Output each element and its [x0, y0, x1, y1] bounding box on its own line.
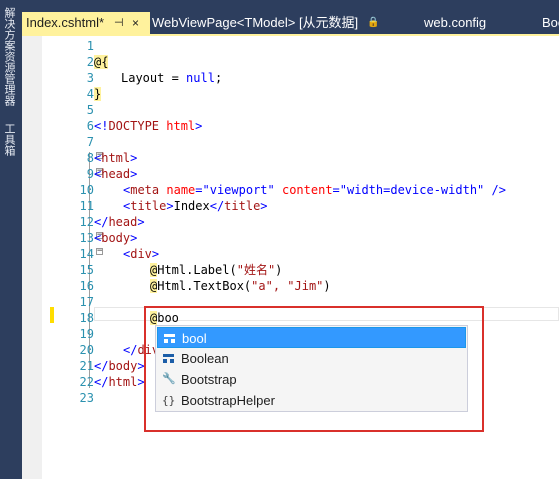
line-number: 13 [79, 231, 94, 245]
solution-explorer-tab[interactable]: 解决方案资源管理器 [0, 6, 18, 106]
tab-web-config[interactable]: web.config [424, 12, 504, 34]
tab-label: WebViewPage<TModel> [从元数据] [152, 15, 359, 30]
code-line-2: @{ [94, 55, 109, 69]
code-line-12: </head> [94, 215, 145, 229]
line-number: 16 [79, 279, 94, 293]
tab-label: web.config [424, 15, 487, 30]
line-number: 20 [79, 343, 94, 357]
line-number: 14 [79, 247, 94, 261]
pin-icon[interactable]: ⊣ [114, 12, 124, 34]
line-number: 11 [79, 199, 94, 213]
code-line-10: <meta name="viewport" content="width=dev… [123, 183, 506, 197]
line-number: 21 [79, 359, 94, 373]
line-number: 12 [79, 215, 94, 229]
line-number: 19 [79, 327, 94, 341]
code-line-6: <!DOCTYPE html> [94, 119, 203, 133]
code-line-3: Layout = null; [121, 71, 223, 85]
completion-item-bootstrap[interactable]: 🔧 Bootstrap [157, 369, 466, 390]
line-number: 4 [86, 87, 94, 101]
line-number: 2 [86, 55, 94, 69]
close-icon[interactable]: × [132, 12, 139, 34]
code-line-4: } [94, 87, 102, 101]
tab-index-cshtml[interactable]: Index.cshtml* ⊣ × [22, 12, 150, 34]
struct-icon [163, 332, 176, 345]
completion-label: Bootstrap [181, 372, 237, 387]
line-number: 10 [79, 183, 94, 197]
struct-icon [162, 352, 175, 365]
tool-window-strip: 解决方案资源管理器 工具箱 [0, 0, 18, 479]
changed-line-marker [50, 307, 54, 323]
code-line-21: </body> [94, 359, 145, 373]
wrench-icon: 🔧 [162, 373, 176, 385]
tab-label: Boo [542, 15, 559, 30]
code-line-8: <html> [94, 151, 138, 165]
line-number: 23 [79, 391, 94, 405]
code-line-9: <head> [94, 167, 138, 181]
code-line-15: @Html.Label("姓名") [150, 263, 283, 277]
code-line-14: <div> [123, 247, 160, 261]
completion-label: Boolean [181, 351, 229, 366]
line-number: 9 [86, 167, 94, 181]
code-line-13: <body> [94, 231, 138, 245]
tab-label: Index.cshtml* [26, 15, 105, 30]
tab-overflow[interactable]: Boo [542, 12, 559, 34]
code-line-11: <title>Index</title> [123, 199, 268, 213]
toolbox-tab[interactable]: 工具箱 [0, 118, 18, 160]
line-number: 22 [79, 375, 94, 389]
completion-item-bool[interactable]: bool [157, 327, 466, 348]
document-tab-bar: Index.cshtml* ⊣ × WebViewPage<TModel> [从… [22, 12, 559, 34]
tab-bar-background [22, 0, 559, 12]
completion-item-boolean[interactable]: Boolean [157, 348, 466, 369]
completion-label: BootstrapHelper [181, 393, 275, 408]
intellisense-completion-list[interactable]: bool Boolean 🔧 Bootstrap {} BootstrapHel… [155, 325, 468, 412]
namespace-icon: {} [162, 394, 176, 407]
code-line-22: </html> [94, 375, 145, 389]
line-number: 6 [86, 119, 94, 133]
line-number: 15 [79, 263, 94, 277]
line-number: 3 [86, 71, 94, 85]
completion-item-bootstraphelper[interactable]: {} BootstrapHelper [157, 390, 466, 411]
line-number: 8 [86, 151, 94, 165]
line-number: 5 [86, 103, 94, 117]
line-number: 1 [86, 39, 94, 53]
line-number: 7 [86, 135, 94, 149]
code-line-16: @Html.TextBox("a", "Jim") [150, 279, 331, 293]
completion-label: bool [182, 331, 207, 346]
lock-icon: 🔒 [367, 17, 380, 28]
collapse-icon[interactable]: − [96, 247, 103, 256]
tab-webviewpage[interactable]: WebViewPage<TModel> [从元数据] 🔒 [152, 12, 388, 34]
